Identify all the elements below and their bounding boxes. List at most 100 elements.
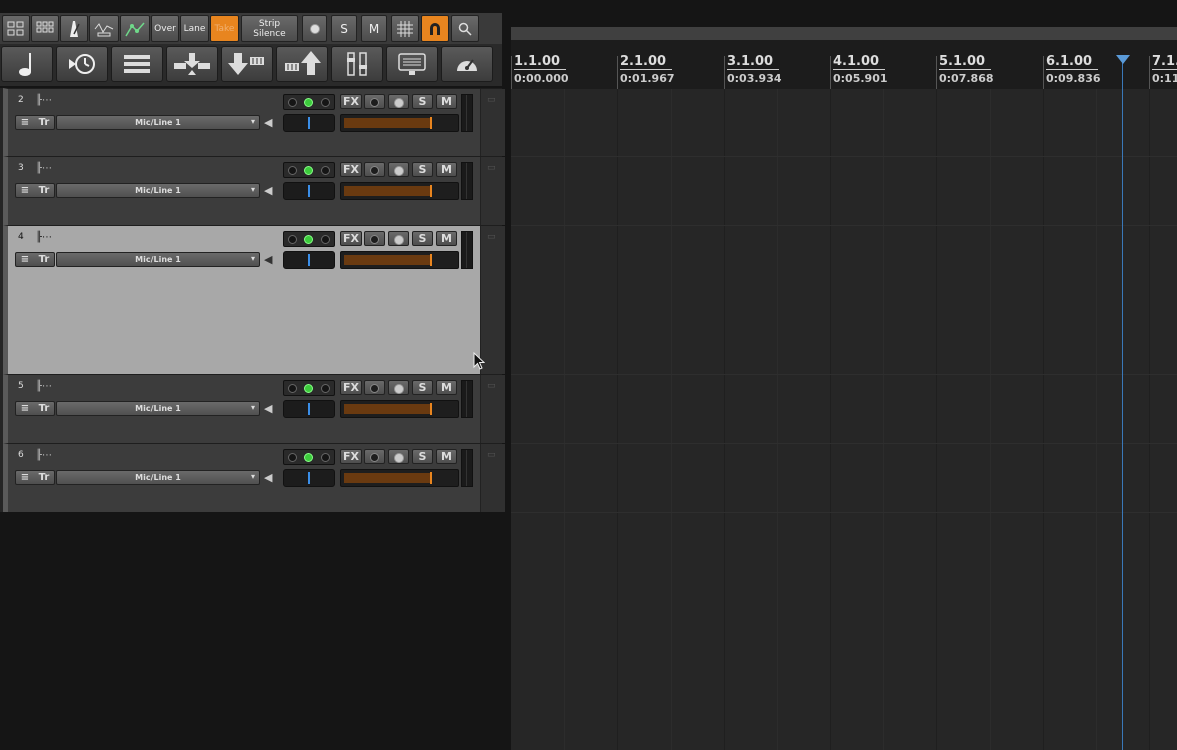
export-up-icon[interactable] [276, 46, 328, 82]
record-input-select[interactable]: Mic/Line 1 ▾ [56, 252, 260, 267]
strip-silence-button[interactable]: Strip Silence [241, 15, 298, 42]
solo-button[interactable]: S [412, 94, 433, 109]
record-arm-button[interactable] [388, 162, 409, 177]
volume-slider[interactable] [283, 469, 335, 487]
zoom-search-icon[interactable] [451, 15, 479, 42]
envelope-edit-icon[interactable] [120, 15, 150, 42]
track-buttons-leds[interactable] [283, 94, 335, 110]
fx-button[interactable]: FX [340, 231, 362, 246]
record-button[interactable] [302, 15, 327, 42]
pan-slider[interactable] [340, 182, 459, 200]
arrange-view[interactable] [511, 89, 1177, 750]
fx-bypass-button[interactable] [364, 231, 385, 246]
metronome-clock-icon[interactable] [56, 46, 108, 82]
volume-slider[interactable] [283, 400, 335, 418]
volume-slider[interactable] [283, 114, 335, 132]
fx-button[interactable]: FX [340, 162, 362, 177]
record-input-select[interactable]: Mic/Line 1 ▾ [56, 115, 260, 130]
track-meter [461, 162, 473, 200]
solo-button[interactable]: S [412, 380, 433, 395]
metronome-icon[interactable] [60, 15, 88, 42]
track-menu-button[interactable]: ≡ Tr [15, 401, 55, 416]
mute-button[interactable]: M [436, 231, 457, 246]
pan-slider[interactable] [340, 251, 459, 269]
fx-bypass-button[interactable] [364, 162, 385, 177]
fx-bypass-button[interactable] [364, 94, 385, 109]
magnet-snap-icon[interactable] [421, 15, 449, 42]
track-buttons-leds[interactable] [283, 162, 335, 178]
track-5[interactable]: 5 ╟⋯ FX S M ≡ Tr Mic/Line 1 ▾ ◀ ▭ [3, 374, 505, 443]
track-6[interactable]: 6 ╟⋯ FX S M ≡ Tr Mic/Line 1 ▾ ◀ ▭ [3, 443, 505, 512]
mute-button[interactable]: M [436, 94, 457, 109]
solo-button[interactable]: S [412, 162, 433, 177]
fx-button[interactable]: FX [340, 380, 362, 395]
mixer-faders-icon[interactable] [331, 46, 383, 82]
lane-button[interactable]: Lane [180, 15, 209, 42]
pan-slider[interactable] [340, 114, 459, 132]
fx-button[interactable]: FX [340, 94, 362, 109]
playhead-cursor[interactable] [1122, 58, 1123, 750]
grid-snap-icon[interactable] [391, 15, 419, 42]
solo-button[interactable]: S [412, 231, 433, 246]
ruler-region-lane[interactable] [511, 27, 1177, 40]
fx-bypass-button[interactable] [364, 380, 385, 395]
track-menu-button[interactable]: ≡ Tr [15, 183, 55, 198]
midi-note-icon[interactable] [1, 46, 53, 82]
speaker-icon[interactable]: ◀ [264, 402, 272, 415]
take-button[interactable]: Take [210, 15, 239, 42]
speaker-icon[interactable]: ◀ [264, 253, 272, 266]
grid-view-icon[interactable] [2, 15, 30, 42]
fx-button[interactable]: FX [340, 449, 362, 464]
envelope-icon[interactable]: ▭ [487, 381, 496, 391]
mute-button[interactable]: M [436, 162, 457, 177]
track-menu-button[interactable]: ≡ Tr [15, 115, 55, 130]
tracks-icon[interactable] [111, 46, 163, 82]
track-menu-button[interactable]: ≡ Tr [15, 470, 55, 485]
track-3[interactable]: 3 ╟⋯ FX S M ≡ Tr Mic/Line 1 ▾ ◀ ▭ [3, 156, 505, 225]
over-button[interactable]: Over [151, 15, 179, 42]
mixer-grid-icon[interactable] [31, 15, 59, 42]
bar-gridline [724, 89, 725, 750]
envelope-icon[interactable]: ▭ [487, 163, 496, 173]
record-arm-button[interactable] [388, 94, 409, 109]
volume-slider[interactable] [283, 251, 335, 269]
solo-button[interactable]: S [412, 449, 433, 464]
record-input-select[interactable]: Mic/Line 1 ▾ [56, 401, 260, 416]
track-buttons-leds[interactable] [283, 449, 335, 465]
mute-all-button[interactable]: M [361, 15, 387, 42]
record-input-select[interactable]: Mic/Line 1 ▾ [56, 470, 260, 485]
track-number: 5 [18, 381, 24, 391]
pan-slider[interactable] [340, 400, 459, 418]
track-route-label: Tr [38, 254, 50, 265]
mute-button[interactable]: M [436, 449, 457, 464]
insert-track-icon[interactable] [166, 46, 218, 82]
speaker-icon[interactable]: ◀ [264, 471, 272, 484]
volume-slider[interactable] [283, 182, 335, 200]
record-arm-button[interactable] [388, 380, 409, 395]
record-arm-button[interactable] [388, 231, 409, 246]
envelope-icon[interactable]: ▭ [487, 95, 496, 105]
import-down-icon[interactable] [221, 46, 273, 82]
envelope-icon[interactable]: ▭ [487, 232, 496, 242]
performance-meter-icon[interactable] [441, 46, 493, 82]
track-2[interactable]: 2 ╟⋯ FX S M ≡ Tr Mic/Line 1 ▾ ◀ ▭ [3, 88, 505, 156]
speaker-icon[interactable]: ◀ [264, 116, 272, 129]
pan-slider[interactable] [340, 469, 459, 487]
track-buttons-leds[interactable] [283, 380, 335, 396]
playhead-marker-icon[interactable] [1116, 55, 1130, 64]
track-4-selected[interactable]: 4 ╟⋯ FX S M ≡ Tr Mic/Line 1 ▾ ◀ ▭ [3, 225, 505, 374]
timeline-ruler[interactable]: 1.1.00 0:00.000 2.1.00 0:01.967 3.1.00 0… [511, 40, 1177, 90]
fx-bypass-button[interactable] [364, 449, 385, 464]
bar-label: 2.1.00 [620, 54, 673, 70]
record-input-select[interactable]: Mic/Line 1 ▾ [56, 183, 260, 198]
record-arm-button[interactable] [388, 449, 409, 464]
speaker-icon[interactable]: ◀ [264, 184, 272, 197]
track-menu-button[interactable]: ≡ Tr [15, 252, 55, 267]
ripple-edit-icon[interactable] [89, 15, 119, 42]
mute-button[interactable]: M [436, 380, 457, 395]
track-meter [461, 94, 473, 132]
envelope-icon[interactable]: ▭ [487, 450, 496, 460]
video-window-icon[interactable] [386, 46, 438, 82]
solo-all-button[interactable]: S [331, 15, 357, 42]
track-buttons-leds[interactable] [283, 231, 335, 247]
